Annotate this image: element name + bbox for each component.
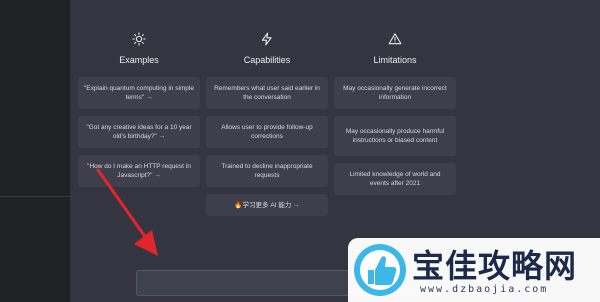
capabilities-header: Capabilities	[206, 32, 328, 72]
lightning-icon	[261, 32, 272, 46]
examples-title: Examples	[119, 55, 159, 65]
limitations-column: Limitations May occasionally generate in…	[334, 30, 456, 195]
limitation-incorrect-info: May occasionally generate incorrect info…	[334, 77, 456, 109]
capabilities-title: Capabilities	[243, 55, 291, 65]
limitation-harmful-content: May occasionally produce harmful instruc…	[334, 116, 456, 156]
watermark-url: www.dzbaojia.com	[420, 284, 549, 295]
examples-header: Examples	[78, 32, 200, 72]
watermark-title: 宝佳攻略网	[412, 247, 578, 285]
capability-corrections: Allows user to provide follow-up correct…	[206, 116, 328, 148]
capability-memory: Remembers what user said earlier in the …	[206, 77, 328, 109]
limitations-title: Limitations	[373, 55, 417, 65]
example-prompt-birthday[interactable]: "Got any creative ideas for a 10 year ol…	[78, 116, 200, 148]
watermark: 宝佳攻略网 www.dzbaojia.com	[348, 238, 600, 302]
capability-decline: Trained to decline inappropriate request…	[206, 155, 328, 187]
sidebar	[0, 0, 70, 302]
sidebar-divider	[0, 196, 70, 197]
limitations-header: Limitations	[334, 32, 456, 72]
sun-icon	[132, 32, 146, 46]
learn-more-ai-link[interactable]: 🔥学习更多 AI 能力 →	[206, 194, 328, 216]
red-arrow-icon	[96, 168, 158, 256]
thumbs-up-icon	[354, 244, 406, 296]
capabilities-column: Capabilities Remembers what user said ea…	[206, 30, 328, 216]
example-prompt-quantum[interactable]: "Explain quantum computing in simple ter…	[78, 77, 200, 109]
warning-icon	[388, 33, 402, 45]
limitation-knowledge-cutoff: Limited knowledge of world and events af…	[334, 163, 456, 195]
